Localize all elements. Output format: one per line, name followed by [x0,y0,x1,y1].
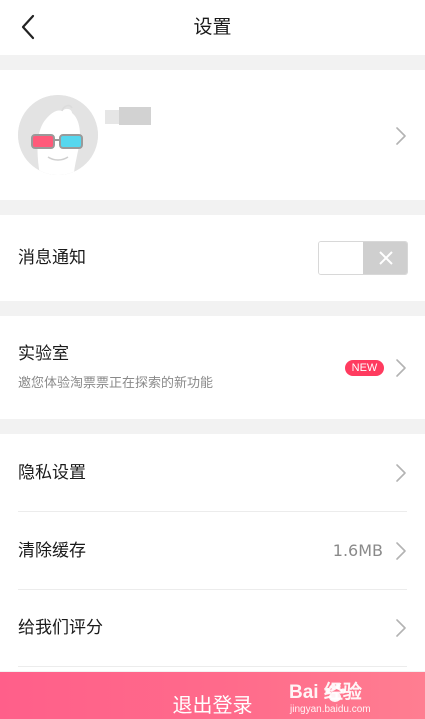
close-icon [378,251,393,265]
toggle-off-side [363,242,407,274]
paw-icon [325,683,346,702]
chevron-right-icon [396,127,406,145]
privacy-chevron [395,463,407,483]
notifications-row: 消息通知 [0,215,425,301]
avatar-3d-glasses-icon [18,95,98,175]
lab-title: 实验室 [18,344,69,364]
chevron-right-icon [396,619,406,637]
rate-chevron [395,618,407,638]
toggle-knob [319,242,363,274]
rate-us-row[interactable]: 给我们评分 [0,590,425,668]
profile-chevron [395,126,407,146]
clear-cache-label: 清除缓存 [18,541,86,561]
clear-cache-row[interactable]: 清除缓存 1.6MB [0,512,425,590]
chevron-right-icon [396,542,406,560]
notifications-toggle[interactable] [318,241,408,275]
nav-header: 设置 [0,0,425,55]
profile-card[interactable] [0,70,425,200]
lab-chevron [395,358,407,378]
settings-list: 隐私设置 清除缓存 1.6MB 给我们评分 [0,434,425,671]
cache-size-value: 1.6MB [332,541,383,560]
watermark-url: jingyan.baidu.com [290,704,371,715]
cache-chevron [395,541,407,561]
privacy-settings-row[interactable]: 隐私设置 [0,434,425,512]
chevron-right-icon [396,359,406,377]
new-badge: NEW [345,360,384,376]
baidu-jingyan-watermark: Bai 经验 jingyan.baidu.com [289,682,407,719]
avatar[interactable] [18,95,98,175]
lab-row[interactable]: 实验室 邀您体验淘票票正在探索的新功能 NEW [0,316,425,419]
privacy-settings-label: 隐私设置 [18,463,86,483]
list-divider [18,666,407,667]
username-blurred [105,107,151,127]
logout-button[interactable]: 退出登录 Bai 经验 jingyan.baidu.com [0,672,425,719]
page-title: 设置 [193,16,232,38]
chevron-right-icon [396,464,406,482]
rate-us-label: 给我们评分 [18,618,103,638]
lab-subtitle: 邀您体验淘票票正在探索的新功能 [18,376,214,391]
notifications-label: 消息通知 [18,248,86,268]
